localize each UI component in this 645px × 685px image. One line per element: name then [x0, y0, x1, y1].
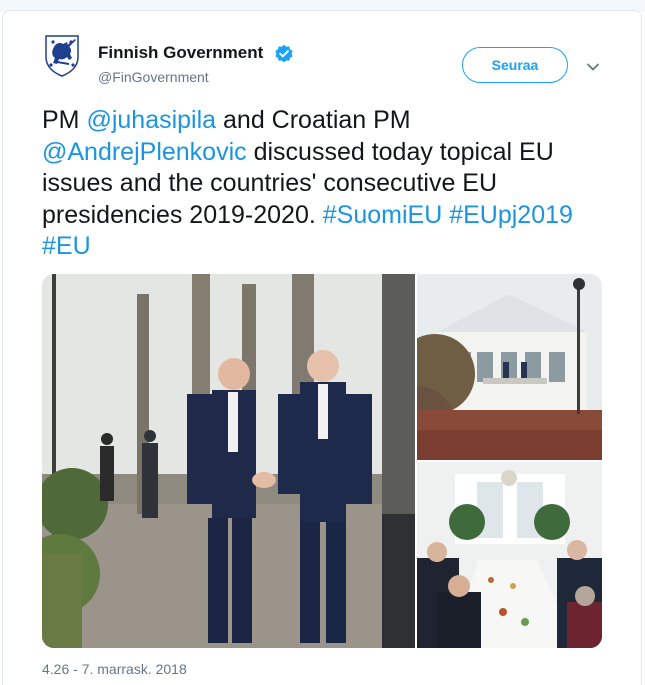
- hashtag-link[interactable]: #EUpj2019: [449, 201, 573, 229]
- author-handle[interactable]: @FinGovernment: [98, 69, 209, 85]
- author-name[interactable]: Finnish Government: [98, 43, 263, 63]
- photo-handshake[interactable]: [42, 274, 415, 648]
- verified-badge-icon: [274, 44, 294, 64]
- tweet-text-segment: PM: [42, 106, 87, 134]
- mention-link[interactable]: @juhasipila: [86, 106, 216, 134]
- hashtag-link[interactable]: #SuomiEU: [323, 201, 443, 229]
- photo-meeting[interactable]: [417, 462, 602, 648]
- tweet-text: PM @juhasipila and Croatian PM @AndrejPl…: [42, 105, 622, 263]
- tweet-timestamp[interactable]: 4.26 - 7. marrask. 2018: [42, 661, 187, 677]
- hashtag-link[interactable]: #EU: [42, 232, 91, 260]
- mention-link[interactable]: @AndrejPlenkovic: [42, 138, 247, 166]
- media-grid: [42, 274, 602, 648]
- photo-villa[interactable]: [417, 274, 602, 460]
- tweet-text-segment: and Croatian PM: [216, 106, 411, 134]
- finnish-lion-coat-of-arms-icon[interactable]: [40, 33, 84, 77]
- chevron-down-icon[interactable]: [583, 57, 603, 77]
- follow-button[interactable]: Seuraa: [462, 47, 568, 83]
